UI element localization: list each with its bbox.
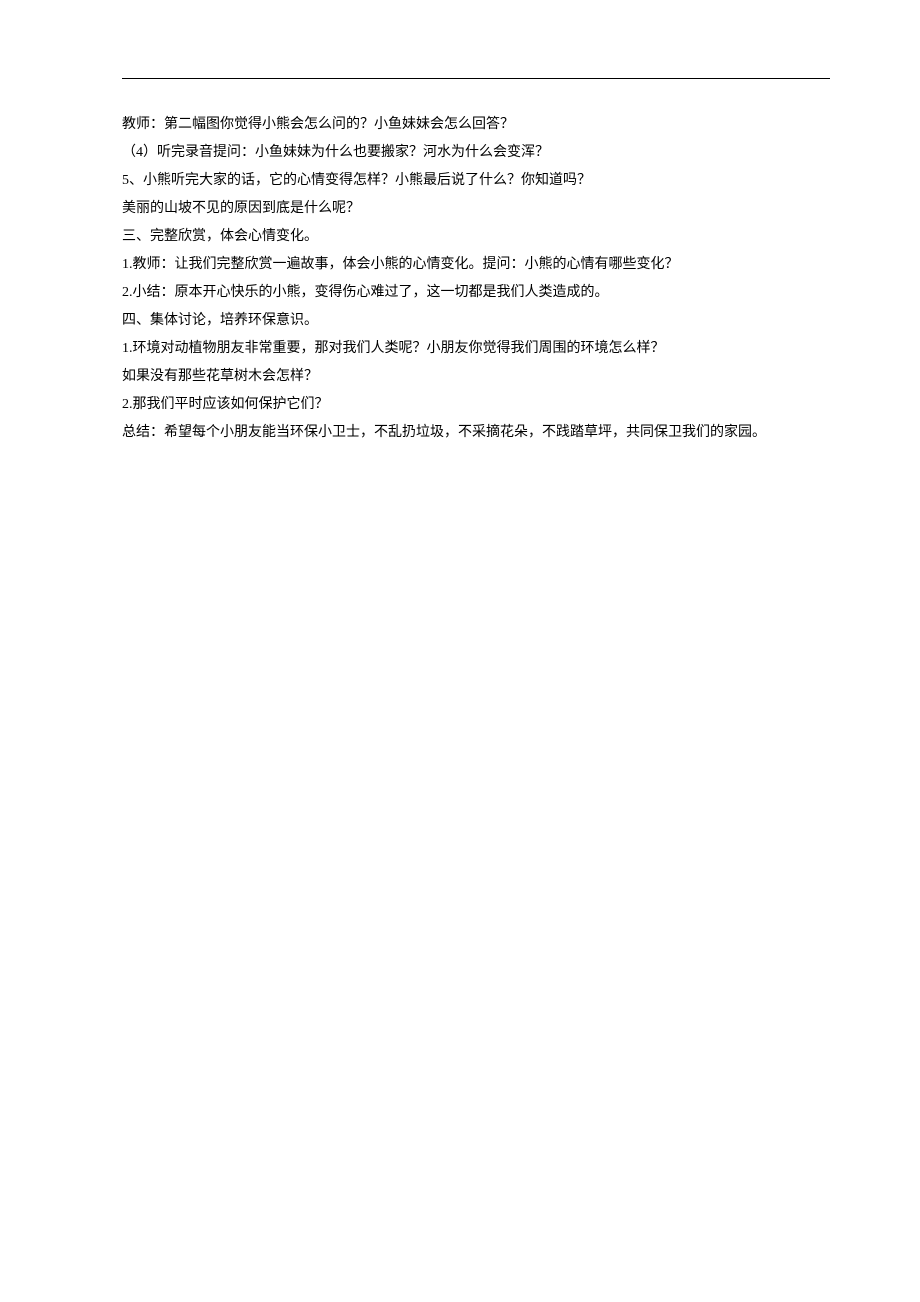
top-divider bbox=[122, 78, 830, 79]
text-line: 1.教师：让我们完整欣赏一遍故事，体会小熊的心情变化。提问：小熊的心情有哪些变化… bbox=[122, 251, 830, 279]
text-line: 总结：希望每个小朋友能当环保小卫士，不乱扔垃圾，不采摘花朵，不践踏草坪，共同保卫… bbox=[122, 419, 830, 447]
text-line: 5、小熊听完大家的话，它的心情变得怎样？小熊最后说了什么？你知道吗？ bbox=[122, 167, 830, 195]
text-line: 2.那我们平时应该如何保护它们？ bbox=[122, 391, 830, 419]
text-line: 美丽的山坡不见的原因到底是什么呢？ bbox=[122, 195, 830, 223]
text-line: 2.小结：原本开心快乐的小熊，变得伤心难过了，这一切都是我们人类造成的。 bbox=[122, 279, 830, 307]
text-line: 教师：第二幅图你觉得小熊会怎么问的？小鱼妹妹会怎么回答？ bbox=[122, 111, 830, 139]
text-line: 四、集体讨论，培养环保意识。 bbox=[122, 307, 830, 335]
text-line: 三、完整欣赏，体会心情变化。 bbox=[122, 223, 830, 251]
text-line: 如果没有那些花草树木会怎样？ bbox=[122, 363, 830, 391]
document-content: 教师：第二幅图你觉得小熊会怎么问的？小鱼妹妹会怎么回答？ （4）听完录音提问：小… bbox=[0, 0, 920, 447]
text-line: （4）听完录音提问：小鱼妹妹为什么也要搬家？河水为什么会变浑？ bbox=[122, 139, 830, 167]
text-line: 1.环境对动植物朋友非常重要，那对我们人类呢？小朋友你觉得我们周围的环境怎么样？ bbox=[122, 335, 830, 363]
